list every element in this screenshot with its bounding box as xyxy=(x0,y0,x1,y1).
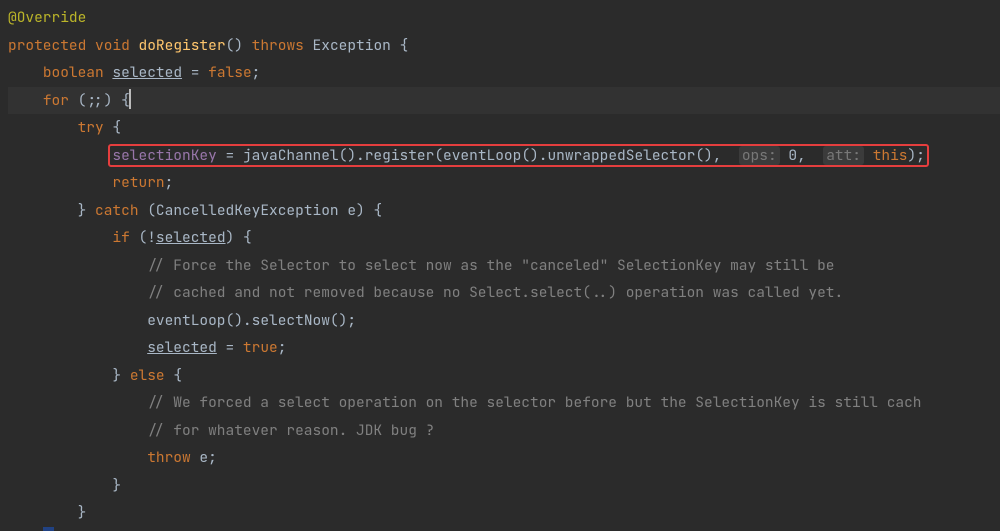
call-eventLoop: eventLoop xyxy=(443,146,521,165)
var-e: e xyxy=(339,201,356,220)
if-open: (! xyxy=(130,228,156,247)
comment: // cached and not removed because no Sel… xyxy=(147,283,843,302)
keyword-return: return xyxy=(112,173,164,192)
semicolon: ; xyxy=(278,338,287,357)
code-line[interactable]: } xyxy=(8,527,1000,531)
brace-matched: } xyxy=(43,527,54,531)
brace: { xyxy=(112,118,121,137)
parens: () xyxy=(226,311,243,330)
call-unwrappedSelector: .unwrappedSelector(), xyxy=(539,146,722,165)
caret xyxy=(129,89,131,109)
method-name: doRegister xyxy=(139,36,226,55)
param-hint-att: att: xyxy=(823,146,864,165)
code-line-current[interactable]: for (;;) { xyxy=(8,87,1000,115)
highlight-box: selectionKey = javaChannel().register(ev… xyxy=(108,144,929,167)
keyword-if: if xyxy=(112,228,129,247)
call-register: .register( xyxy=(356,146,443,165)
catch-close: ) xyxy=(356,201,373,220)
field-selectionKey: selectionKey xyxy=(112,146,216,165)
call-eventLoop: eventLoop xyxy=(147,311,225,330)
comment: // Force the Selector to select now as t… xyxy=(147,256,834,275)
code-line[interactable]: // for whatever reason. JDK bug ? xyxy=(8,417,1000,445)
code-line[interactable]: protected void doRegister() throws Excep… xyxy=(8,32,1000,60)
keyword-throws: throws xyxy=(252,36,304,55)
keyword-else: else xyxy=(130,366,165,385)
brace: { xyxy=(400,36,409,55)
comment: // We forced a select operation on the s… xyxy=(147,393,921,412)
var-selected: selected xyxy=(112,63,182,82)
code-line[interactable]: } catch (CancelledKeyException e) { xyxy=(8,197,1000,225)
op-eq: = xyxy=(182,63,208,82)
keyword-true: true xyxy=(243,338,278,357)
semicolon: ; xyxy=(252,63,261,82)
code-line[interactable]: selected = true; xyxy=(8,334,1000,362)
annotation: @Override xyxy=(8,8,86,27)
brace: { xyxy=(373,201,382,220)
code-line[interactable]: } xyxy=(8,499,1000,527)
code-line-highlighted[interactable]: selectionKey = javaChannel().register(ev… xyxy=(8,142,1000,170)
code-line[interactable]: try { xyxy=(8,114,1000,142)
code-line[interactable]: } xyxy=(8,472,1000,500)
val-ops: 0, xyxy=(780,146,806,165)
catch-open: ( xyxy=(139,201,156,220)
semicolon: ; xyxy=(165,173,174,192)
close-call: ); xyxy=(908,146,925,165)
param-hint-ops: ops: xyxy=(739,146,780,165)
keyword-protected: protected xyxy=(8,36,86,55)
code-line[interactable]: throw e; xyxy=(8,444,1000,472)
type-cke: CancelledKeyException xyxy=(156,201,339,220)
var-e: e xyxy=(191,448,208,467)
if-close: ) xyxy=(226,228,243,247)
code-line[interactable]: @Override xyxy=(8,4,1000,32)
code-line[interactable]: eventLoop().selectNow(); xyxy=(8,307,1000,335)
keyword-throw: throw xyxy=(147,448,191,467)
keyword-try: try xyxy=(78,118,104,137)
keyword-boolean: boolean xyxy=(43,63,104,82)
brace: } xyxy=(112,476,121,495)
comment: // for whatever reason. JDK bug ? xyxy=(147,421,434,440)
call-selectNow: .selectNow(); xyxy=(243,311,356,330)
call-javaChannel: javaChannel xyxy=(243,146,339,165)
code-line[interactable]: // Force the Selector to select now as t… xyxy=(8,252,1000,280)
code-line[interactable]: if (!selected) { xyxy=(8,224,1000,252)
code-line[interactable]: return; xyxy=(8,169,1000,197)
type-exception: Exception xyxy=(313,36,391,55)
brace: { xyxy=(243,228,252,247)
code-line[interactable]: boolean selected = false; xyxy=(8,59,1000,87)
brace: } xyxy=(78,201,87,220)
brace: } xyxy=(112,366,121,385)
var-selected: selected xyxy=(147,338,217,357)
parens: () xyxy=(521,146,538,165)
keyword-this: this xyxy=(864,146,908,165)
code-editor[interactable]: @Override protected void doRegister() th… xyxy=(0,0,1000,531)
keyword-void: void xyxy=(95,36,130,55)
code-line[interactable]: // We forced a select operation on the s… xyxy=(8,389,1000,417)
keyword-false: false xyxy=(208,63,252,82)
code-line[interactable]: // cached and not removed because no Sel… xyxy=(8,279,1000,307)
code-line[interactable]: } else { xyxy=(8,362,1000,390)
brace: } xyxy=(78,503,87,522)
op-eq: = xyxy=(217,338,243,357)
parens: () xyxy=(226,36,243,55)
semicolon: ; xyxy=(208,448,217,467)
var-selected: selected xyxy=(156,228,226,247)
op-eq: = xyxy=(217,146,243,165)
keyword-for: for xyxy=(43,91,69,110)
parens: () xyxy=(339,146,356,165)
for-cond: (;;) xyxy=(69,91,121,110)
brace: { xyxy=(173,366,182,385)
keyword-catch: catch xyxy=(95,201,139,220)
